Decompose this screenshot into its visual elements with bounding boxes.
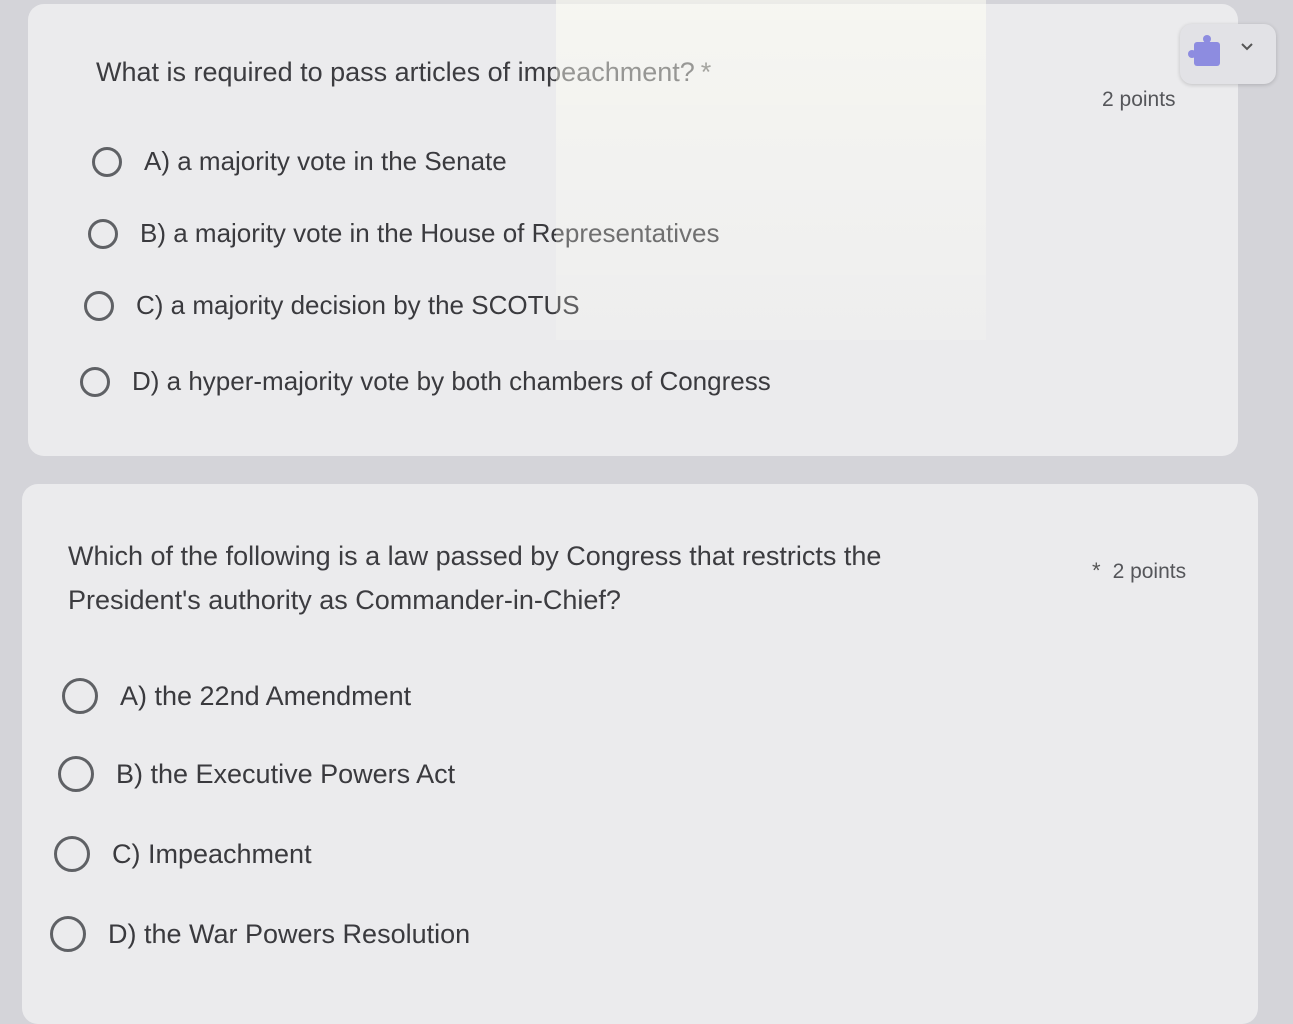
option-label: B) a majority vote in the House of Repre… bbox=[140, 218, 720, 248]
option-d[interactable]: D) a hyper-majority vote by both chamber… bbox=[80, 366, 771, 397]
required-asterisk: * bbox=[700, 57, 712, 87]
radio-button[interactable] bbox=[54, 836, 90, 872]
option-c[interactable]: C) Impeachment bbox=[54, 836, 312, 872]
option-label: A) the 22nd Amendment bbox=[120, 680, 412, 711]
question-text-line-1: Which of the following is a law passed b… bbox=[68, 541, 882, 571]
option-a[interactable]: A) a majority vote in the Senate bbox=[92, 146, 507, 177]
question-title: What is required to pass articles of imp… bbox=[96, 50, 711, 94]
points-label-group: * 2 points bbox=[1092, 558, 1186, 584]
option-b[interactable]: B) a majority vote in the House of Repre… bbox=[88, 218, 720, 249]
question-text: What is required to pass articles of imp… bbox=[96, 57, 695, 87]
radio-button[interactable] bbox=[50, 916, 86, 952]
option-label: C) a majority decision by the SCOTUS bbox=[136, 290, 580, 320]
question-card-1: What is required to pass articles of imp… bbox=[28, 4, 1238, 456]
option-label: A) a majority vote in the Senate bbox=[144, 146, 507, 176]
option-label: D) the War Powers Resolution bbox=[108, 918, 471, 949]
question-text-line-2: President's authority as Commander-in-Ch… bbox=[68, 585, 621, 615]
option-label: C) Impeachment bbox=[112, 838, 312, 869]
radio-button[interactable] bbox=[84, 290, 114, 321]
option-a[interactable]: A) the 22nd Amendment bbox=[62, 678, 411, 714]
radio-button[interactable] bbox=[58, 756, 94, 792]
points-label: 2 points bbox=[1102, 88, 1176, 111]
chevron-down-icon[interactable] bbox=[1240, 40, 1254, 54]
radio-button[interactable] bbox=[80, 366, 110, 397]
extension-widget[interactable] bbox=[1180, 24, 1276, 84]
puzzle-extension-icon[interactable] bbox=[1188, 35, 1220, 66]
option-label: B) the Executive Powers Act bbox=[116, 758, 456, 789]
option-d[interactable]: D) the War Powers Resolution bbox=[50, 916, 470, 952]
radio-button[interactable] bbox=[92, 146, 122, 177]
option-c[interactable]: C) a majority decision by the SCOTUS bbox=[84, 290, 580, 321]
radio-button[interactable] bbox=[62, 678, 98, 714]
radio-button[interactable] bbox=[88, 218, 118, 249]
option-label: D) a hyper-majority vote by both chamber… bbox=[132, 366, 771, 396]
option-b[interactable]: B) the Executive Powers Act bbox=[58, 756, 455, 792]
required-asterisk: * bbox=[1092, 558, 1101, 583]
points-label: 2 points bbox=[1112, 560, 1187, 583]
question-title: Which of the following is a law passed b… bbox=[68, 534, 1048, 622]
question-card-2: Which of the following is a law passed b… bbox=[22, 484, 1258, 1024]
